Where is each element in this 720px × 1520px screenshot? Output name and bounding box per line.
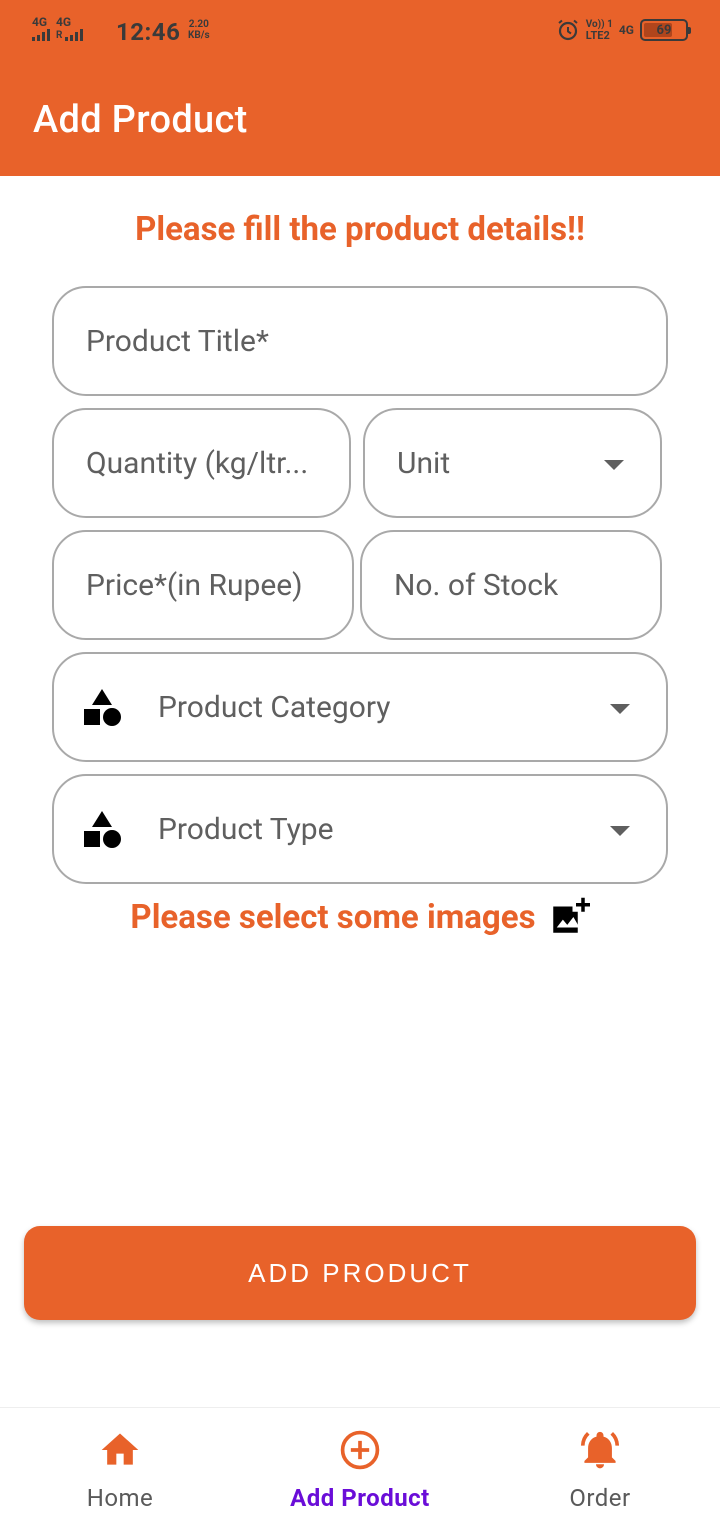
- product-type-placeholder: Product Type: [158, 811, 334, 847]
- stock-input[interactable]: No. of Stock: [360, 530, 662, 640]
- battery-percent: 69: [656, 22, 672, 38]
- app-header: 4G 4G R 12:46 2.20 KB/s Vo)) 1 LTE2 4G 6…: [0, 0, 720, 176]
- image-picker[interactable]: Please select some images: [0, 896, 720, 938]
- volte-indicator: Vo)) 1 LTE2: [586, 19, 613, 42]
- category-shapes-icon: [84, 689, 121, 726]
- nav-label-home: Home: [86, 1484, 154, 1512]
- signal-sim1: 4G: [32, 16, 50, 41]
- add-product-button-label: ADD PRODUCT: [248, 1257, 472, 1288]
- network-type-label: 4G: [618, 23, 634, 37]
- nav-item-add-product[interactable]: Add Product: [240, 1408, 480, 1520]
- home-icon: [101, 1433, 139, 1465]
- price-input[interactable]: Price*(in Rupee): [52, 530, 354, 640]
- alarm-icon: [558, 19, 578, 41]
- network-type-label: 4G: [56, 15, 72, 29]
- signal-bars-icon: R: [56, 29, 84, 41]
- dropdown-arrow-icon: [604, 460, 624, 470]
- battery-icon: 69: [640, 19, 691, 41]
- signal-sim2: 4G R: [56, 15, 84, 41]
- product-type-dropdown[interactable]: Product Type: [52, 774, 668, 884]
- roaming-label: R: [56, 30, 63, 41]
- page-title: Add Product: [33, 98, 248, 142]
- network-type-label: 4G: [32, 15, 48, 29]
- dropdown-arrow-icon: [610, 826, 630, 836]
- stock-placeholder: No. of Stock: [394, 567, 559, 603]
- form-heading: Please fill the product details!!: [135, 210, 585, 249]
- add-photo-icon[interactable]: [548, 896, 590, 938]
- unit-placeholder: Unit: [397, 445, 451, 481]
- images-prompt: Please select some images: [130, 897, 536, 937]
- network-speed: 2.20 KB/s: [188, 19, 210, 41]
- category-shapes-icon: [84, 811, 121, 848]
- nav-item-order[interactable]: Order: [480, 1408, 720, 1520]
- speed-unit: KB/s: [188, 30, 210, 41]
- speed-value: 2.20: [188, 19, 209, 30]
- quantity-placeholder: Quantity (kg/ltr...: [86, 445, 309, 481]
- unit-dropdown[interactable]: Unit: [363, 408, 662, 518]
- nav-label-order: Order: [569, 1484, 631, 1512]
- product-title-placeholder: Product Title*: [86, 323, 269, 359]
- bell-ring-icon: [580, 1431, 620, 1469]
- signal-bars-icon: [32, 29, 50, 41]
- product-category-placeholder: Product Category: [158, 689, 391, 725]
- dropdown-arrow-icon: [610, 704, 630, 714]
- status-right: Vo)) 1 LTE2 4G 69: [556, 18, 691, 42]
- nav-label-add-product: Add Product: [290, 1484, 430, 1512]
- add-product-button[interactable]: ADD PRODUCT: [24, 1226, 696, 1320]
- quantity-input[interactable]: Quantity (kg/ltr...: [52, 408, 351, 518]
- nav-item-home[interactable]: Home: [0, 1408, 240, 1520]
- status-bar: 4G 4G R 12:46 2.20 KB/s Vo)) 1 LTE2 4G 6…: [0, 0, 720, 64]
- volte-label: Vo)) 1: [585, 18, 613, 30]
- lte-label: LTE2: [585, 28, 610, 42]
- price-placeholder: Price*(in Rupee): [86, 567, 303, 603]
- product-category-dropdown[interactable]: Product Category: [52, 652, 668, 762]
- add-circle-icon: [340, 1430, 380, 1470]
- network-indicators: 4G 4G R: [32, 15, 84, 41]
- bottom-navigation: Home Add Product Order: [0, 1407, 720, 1520]
- product-title-input[interactable]: Product Title*: [52, 286, 668, 396]
- clock: 12:46: [116, 18, 181, 46]
